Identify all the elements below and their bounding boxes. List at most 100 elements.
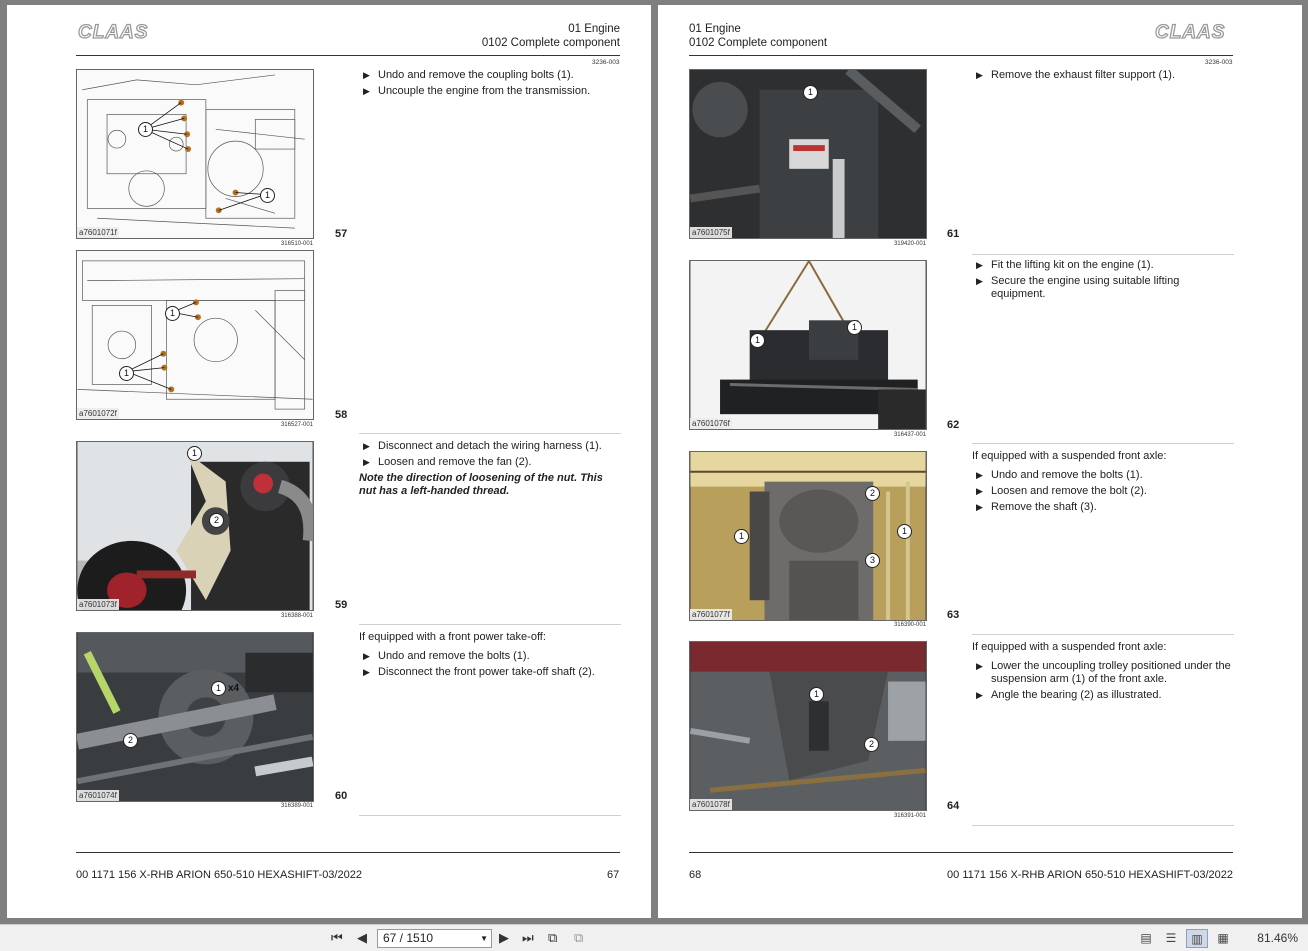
figure-57: 1 1 a7601071f [76,69,314,239]
front-axle-photo [690,452,926,620]
bullet-arrow-icon: ▶ [363,441,370,451]
list-item: ▶ Remove the shaft (3). [976,501,1097,513]
figure-61: 1 a7601075f [689,69,927,239]
callout: 2 [864,737,879,752]
figure-code: a7601077f [690,609,732,620]
bullet-arrow-icon: ▶ [976,661,983,671]
list-item: ▶ Secure the engine using suitable liftin… [976,275,1180,300]
continuous-view-icon[interactable]: ☰ [1160,929,1182,948]
footer-rule [689,852,1233,853]
bullet-arrow-icon: ▶ [976,70,983,80]
paste-page-icon[interactable]: ⧉ [574,930,583,946]
figure-ref: 316388-001 [280,613,313,619]
right-page: 01 Engine 0102 Complete component CLAAS … [658,5,1302,918]
page-header: 01 Engine 0102 Complete component [482,22,620,50]
header-section: 0102 Complete component [481,37,620,49]
figure-ref: 316389-001 [280,803,313,809]
callout: 2 [209,513,224,528]
footer-rule [76,852,620,853]
callout: 1 [750,333,765,348]
figure-code: a7601071f [77,227,119,238]
callout: 2 [865,486,880,501]
separator [972,634,1234,635]
figure-63: 2 1 1 3 a7601077f [689,451,927,621]
separator [359,433,621,434]
bullet-arrow-icon: ▶ [363,86,370,96]
bullet-arrow-icon: ▶ [976,502,983,512]
figure-ref: 316390-001 [893,622,926,628]
two-page-view-icon[interactable]: ▥ [1186,929,1208,948]
instruction-block: If equipped with a suspended front axle:… [972,450,1234,517]
page-number-input[interactable]: 67 / 1510 ▼ [377,929,492,948]
step-number: 60 [335,790,348,802]
callout: 1 [897,524,912,539]
list-item: ▶ Lower the uncoupling trolley positioned… [976,660,1231,685]
bullet-arrow-icon: ▶ [363,70,370,80]
instruction-block: If equipped with a suspended front axle:… [972,641,1234,705]
figure-code: a7601072f [77,408,119,419]
page-number: 68 [689,869,702,881]
bullet-arrow-icon: ▶ [976,470,983,480]
callout: 1 [260,188,275,203]
callout: 1 [165,306,180,321]
copy-page-icon[interactable]: ⧉ [548,930,557,946]
figure-ref: 316391-001 [893,813,926,819]
single-page-view-icon[interactable]: ▤ [1135,929,1157,948]
header-chapter: 01 Engine [689,23,741,35]
engine-lifting-photo [690,261,926,429]
figure-59: 1 2 a7601073f [76,441,314,611]
first-page-icon[interactable]: ⏮ [331,930,343,946]
list-item: ▶ Fit the lifting kit on the engine (1). [976,259,1154,271]
separator [972,254,1234,255]
header-rule [689,55,1233,56]
list-item: ▶ Undo and remove the coupling bolts (1). [363,69,574,81]
condition-text: If equipped with a suspended front axle: [972,641,1167,653]
list-item: ▶ Uncouple the engine from the transmissi… [363,85,591,97]
callout: 1 [119,366,134,381]
doc-id: 3236-003 [1205,59,1233,66]
front-pto-photo [77,633,313,801]
bullet-arrow-icon: ▶ [976,486,983,496]
footer-title: 00 1171 156 X-RHB ARION 650-510 HEXASHIF… [947,869,1233,881]
separator [359,815,621,816]
quantity-label: x4 [228,683,240,694]
step-number: 61 [947,228,960,240]
note-text: Note the direction of loosening of the n… [359,472,603,497]
zoom-level[interactable]: 81.46% [1257,931,1298,945]
step-number: 58 [335,409,348,421]
page-number: 67 [607,869,620,881]
callout: 2 [123,733,138,748]
last-page-icon[interactable]: ⏭ [522,930,534,946]
engine-front-photo [77,442,313,610]
instruction-block: ▶ Remove the exhaust filter support (1). [972,69,1234,85]
separator [359,624,621,625]
header-rule [76,55,620,56]
two-page-continuous-view-icon[interactable]: ▦ [1212,929,1234,948]
next-page-icon[interactable]: ▶ [499,930,509,946]
callout: 3 [865,553,880,568]
step-number: 64 [947,800,960,812]
step-number: 57 [335,228,348,240]
bullet-arrow-icon: ▶ [363,457,370,467]
header-chapter: 01 Engine [568,23,620,35]
step-number: 59 [335,599,348,611]
callout: 1 [847,320,862,335]
bullet-arrow-icon: ▶ [363,667,370,677]
instruction-block: ▶ Undo and remove the coupling bolts (1).… [359,69,621,101]
step-number: 62 [947,419,960,431]
step-number: 63 [947,609,960,621]
engine-transmission-drawing [82,74,305,229]
figure-code: a7601078f [690,799,732,810]
callout: 1 [803,85,818,100]
list-item: ▶ Angle the bearing (2) as illustrated. [976,689,1162,701]
previous-page-icon[interactable]: ◀ [357,930,367,946]
bullet-arrow-icon: ▶ [976,260,983,270]
claas-logo: CLAAS [77,21,149,43]
callout: 1 [211,681,226,696]
header-section: 0102 Complete component [689,37,828,49]
footer-title: 00 1171 156 X-RHB ARION 650-510 HEXASHIF… [76,869,362,881]
condition-text: If equipped with a suspended front axle: [972,450,1167,462]
separator [972,443,1234,444]
callout: 1 [187,446,202,461]
figure-ref: 316510-001 [280,241,313,247]
